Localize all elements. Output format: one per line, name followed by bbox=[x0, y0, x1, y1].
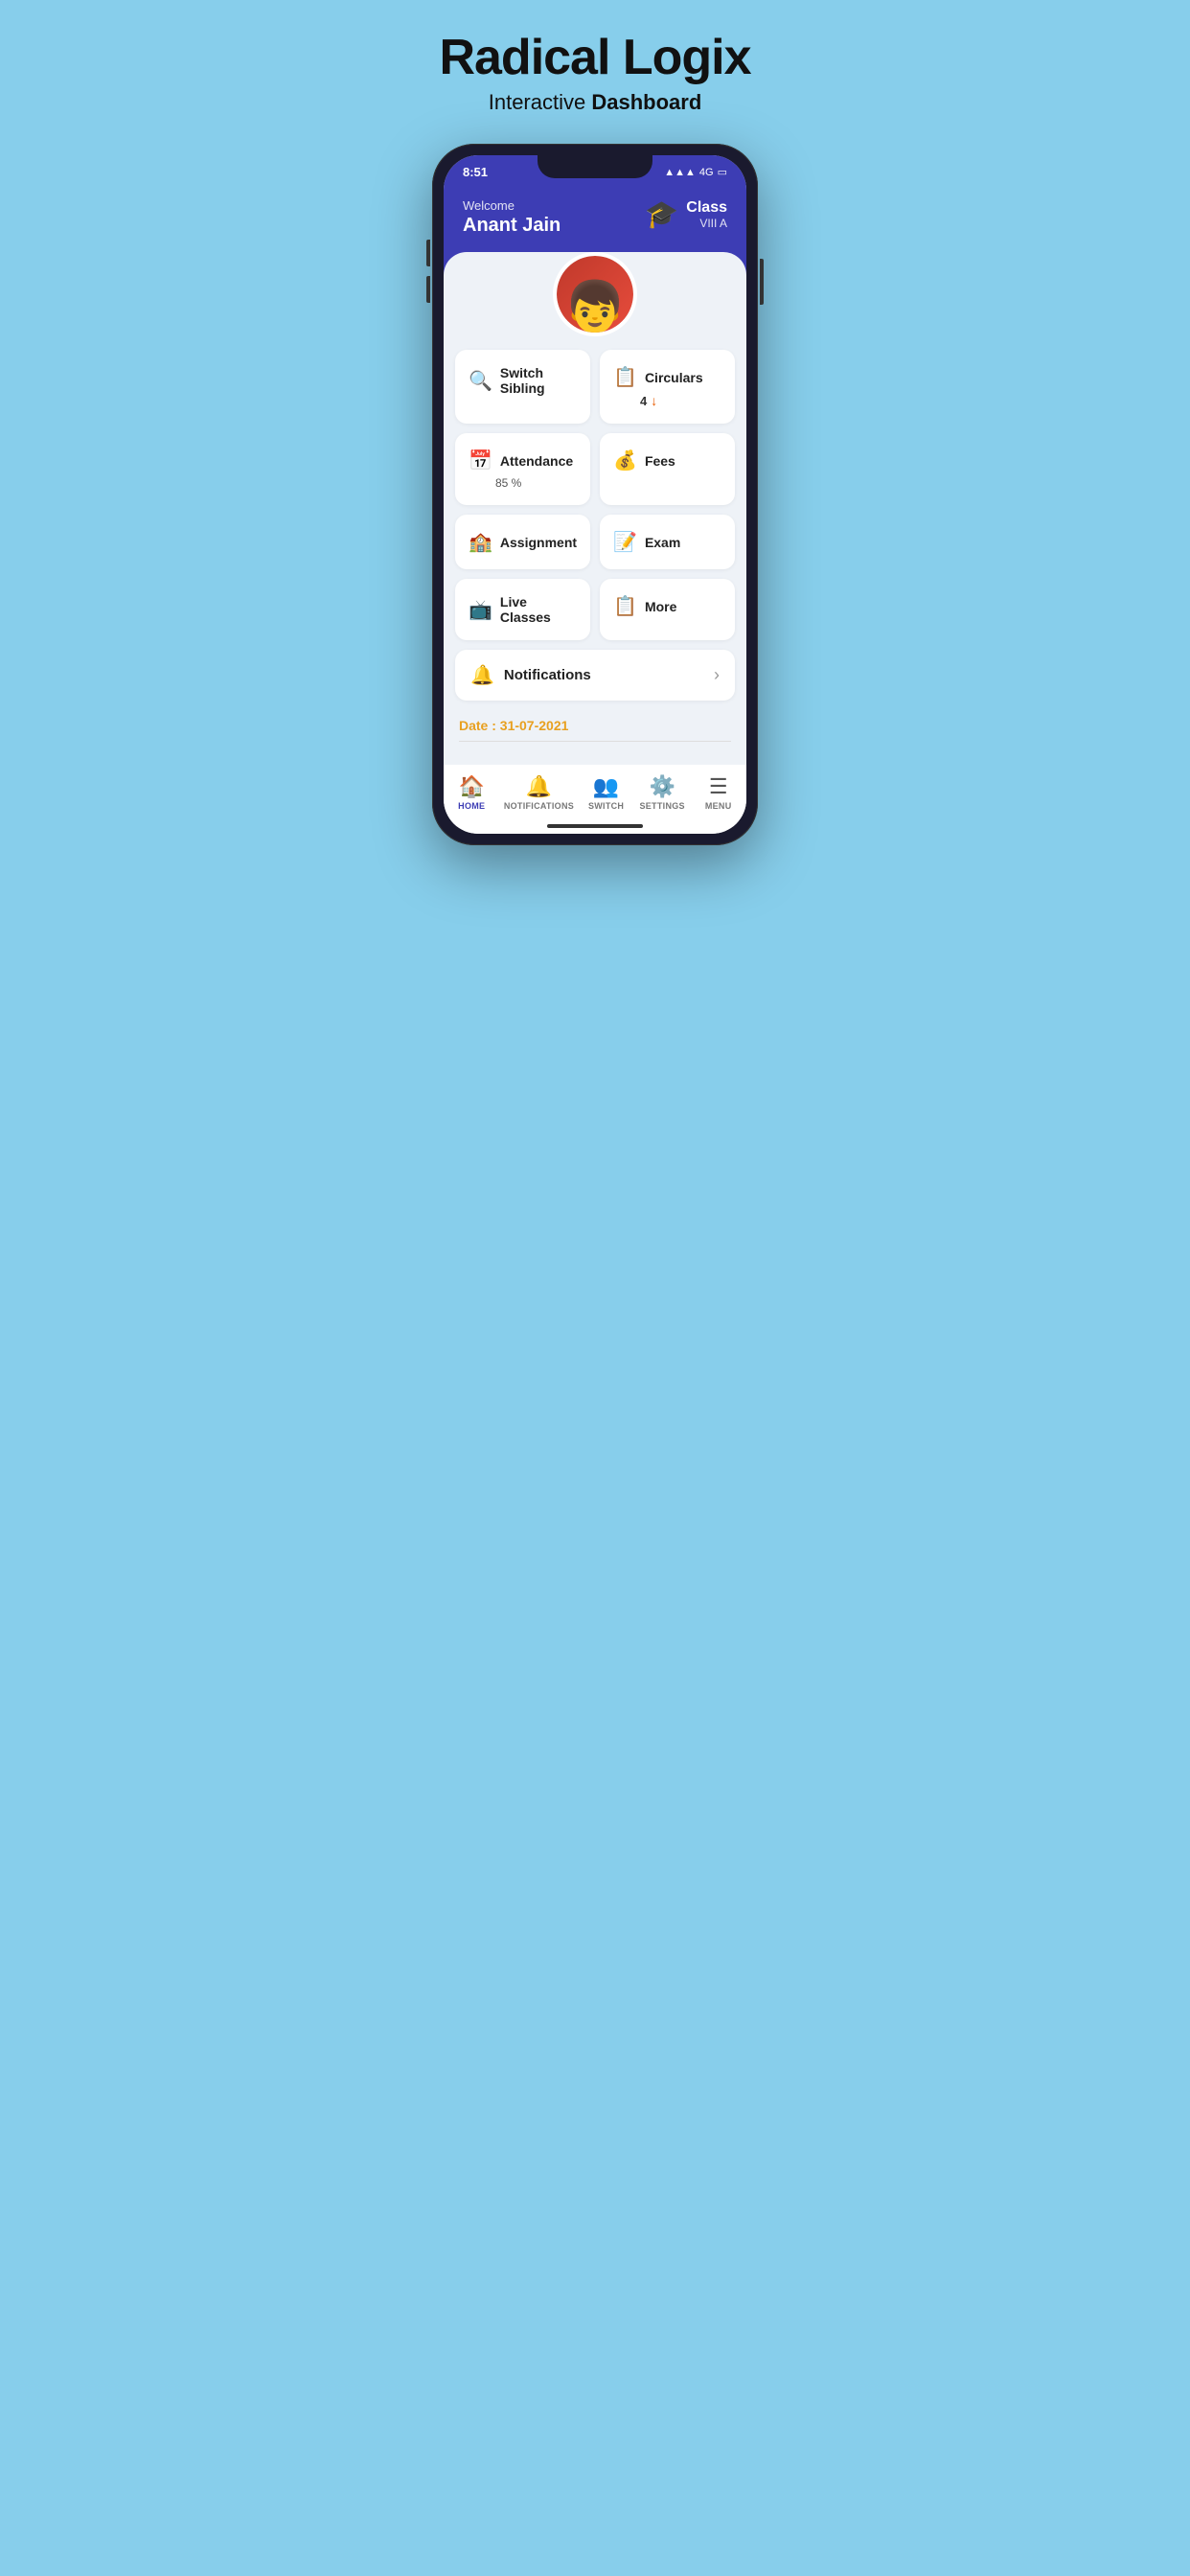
switch-sibling-label: Switch Sibling bbox=[500, 365, 577, 396]
battery-icon: ▭ bbox=[718, 166, 727, 178]
home-indicator bbox=[444, 824, 746, 834]
more-label: More bbox=[645, 599, 676, 614]
card-top: 📋 More bbox=[613, 594, 721, 618]
home-bar bbox=[547, 824, 643, 828]
attendance-percent: 85 % bbox=[495, 476, 577, 490]
student-icon: 👦 bbox=[564, 283, 627, 333]
attendance-label: Attendance bbox=[500, 453, 573, 469]
nav-settings-label: SETTINGS bbox=[639, 801, 684, 811]
home-icon: 🏠 bbox=[459, 774, 485, 799]
status-time: 8:51 bbox=[463, 165, 488, 179]
assignment-icon: 🏫 bbox=[469, 530, 492, 554]
home-label: HOME bbox=[458, 801, 485, 811]
live-classes-icon: 📺 bbox=[469, 598, 492, 622]
class-block: 🎓 Class VIII A bbox=[645, 198, 727, 230]
nav-switch-label: SWITCH bbox=[588, 801, 624, 811]
main-content: 👦 🔍 Switch Sibling bbox=[444, 252, 746, 765]
nav-notifications-label: NOTIFICATIONS bbox=[504, 801, 574, 811]
status-icons: ▲▲▲ 4G ▭ bbox=[664, 166, 727, 178]
welcome-label: Welcome bbox=[463, 198, 561, 213]
bottom-nav: 🏠 HOME 🔔 NOTIFICATIONS 👥 SWITCH ⚙️ SETTI… bbox=[444, 765, 746, 824]
network-type: 4G bbox=[699, 167, 714, 178]
notifications-label: Notifications bbox=[504, 667, 591, 683]
date-text: Date : 31-07-2021 bbox=[459, 718, 731, 733]
date-divider bbox=[459, 741, 731, 742]
class-value: VIII A bbox=[686, 217, 727, 230]
more-card[interactable]: 📋 More bbox=[600, 579, 735, 640]
power-button bbox=[760, 259, 764, 305]
nav-menu-label: MENU bbox=[705, 801, 732, 811]
notifications-row[interactable]: 🔔 Notifications › bbox=[455, 650, 735, 701]
attendance-card[interactable]: 📅 Attendance 85 % bbox=[455, 433, 590, 505]
card-top: 📋 Circulars bbox=[613, 365, 721, 389]
fees-card[interactable]: 💰 Fees bbox=[600, 433, 735, 505]
circulars-count: 4 ↓ bbox=[640, 393, 721, 408]
nav-menu[interactable]: ☰ MENU bbox=[695, 774, 743, 811]
exam-icon: 📝 bbox=[613, 530, 637, 554]
card-top: 🏫 Assignment bbox=[469, 530, 577, 554]
avatar-placeholder: 👦 bbox=[557, 256, 633, 333]
card-top: 💰 Fees bbox=[613, 448, 721, 472]
fees-label: Fees bbox=[645, 453, 675, 469]
switch-sibling-icon: 🔍 bbox=[469, 369, 492, 393]
welcome-block: Welcome Anant Jain bbox=[463, 198, 561, 237]
page-wrapper: Radical Logix Interactive Dashboard 8:51… bbox=[365, 29, 825, 845]
nav-settings[interactable]: ⚙️ SETTINGS bbox=[638, 774, 686, 811]
circulars-number: 4 bbox=[640, 394, 647, 408]
status-bar: 8:51 ▲▲▲ 4G ▭ bbox=[444, 155, 746, 185]
avatar-container: 👦 bbox=[455, 252, 735, 336]
card-top: 📝 Exam bbox=[613, 530, 721, 554]
notch bbox=[538, 155, 652, 178]
student-name: Anant Jain bbox=[463, 215, 561, 237]
notification-left: 🔔 Notifications bbox=[470, 663, 591, 687]
phone-frame: 8:51 ▲▲▲ 4G ▭ Welcome Anant Jain 🎓 Class bbox=[432, 144, 758, 845]
vol-up-button bbox=[426, 240, 430, 266]
nav-switch[interactable]: 👥 SWITCH bbox=[583, 774, 630, 811]
card-top: 📅 Attendance bbox=[469, 448, 577, 472]
class-info: Class VIII A bbox=[686, 199, 727, 230]
live-classes-card[interactable]: 📺 Live Classes bbox=[455, 579, 590, 640]
assignment-card[interactable]: 🏫 Assignment bbox=[455, 515, 590, 569]
subtitle-bold: Dashboard bbox=[591, 90, 701, 114]
subtitle-normal: Interactive bbox=[489, 90, 592, 114]
avatar: 👦 bbox=[553, 252, 637, 336]
nav-bell-icon: 🔔 bbox=[526, 774, 552, 799]
card-top: 📺 Live Classes bbox=[469, 594, 577, 625]
signal-icon: ▲▲▲ bbox=[664, 167, 696, 178]
nav-menu-icon: ☰ bbox=[709, 774, 728, 799]
vol-down-button bbox=[426, 276, 430, 303]
down-arrow-icon: ↓ bbox=[651, 393, 657, 408]
date-row: Date : 31-07-2021 bbox=[455, 710, 735, 753]
exam-card[interactable]: 📝 Exam bbox=[600, 515, 735, 569]
more-icon: 📋 bbox=[613, 594, 637, 618]
nav-home[interactable]: 🏠 HOME bbox=[447, 774, 495, 811]
class-label: Class bbox=[686, 199, 727, 217]
fees-icon: 💰 bbox=[613, 448, 637, 472]
nav-settings-icon: ⚙️ bbox=[649, 774, 675, 799]
dashboard-grid: 🔍 Switch Sibling 📋 Circulars 4 ↓ bbox=[455, 350, 735, 640]
app-title: Radical Logix bbox=[439, 29, 750, 86]
notification-bell-icon: 🔔 bbox=[470, 663, 494, 687]
circulars-card[interactable]: 📋 Circulars 4 ↓ bbox=[600, 350, 735, 424]
nav-switch-icon: 👥 bbox=[593, 774, 619, 799]
app-subtitle: Interactive Dashboard bbox=[489, 90, 702, 115]
attendance-icon: 📅 bbox=[469, 448, 492, 472]
chevron-right-icon: › bbox=[714, 665, 720, 685]
circulars-label: Circulars bbox=[645, 370, 703, 385]
live-classes-label: Live Classes bbox=[500, 594, 577, 625]
exam-label: Exam bbox=[645, 535, 680, 550]
phone-screen: 8:51 ▲▲▲ 4G ▭ Welcome Anant Jain 🎓 Class bbox=[444, 155, 746, 834]
nav-notifications[interactable]: 🔔 NOTIFICATIONS bbox=[504, 774, 574, 811]
assignment-label: Assignment bbox=[500, 535, 577, 550]
card-top: 🔍 Switch Sibling bbox=[469, 365, 577, 396]
circulars-icon: 📋 bbox=[613, 365, 637, 389]
graduation-icon: 🎓 bbox=[645, 198, 678, 230]
switch-sibling-card[interactable]: 🔍 Switch Sibling bbox=[455, 350, 590, 424]
